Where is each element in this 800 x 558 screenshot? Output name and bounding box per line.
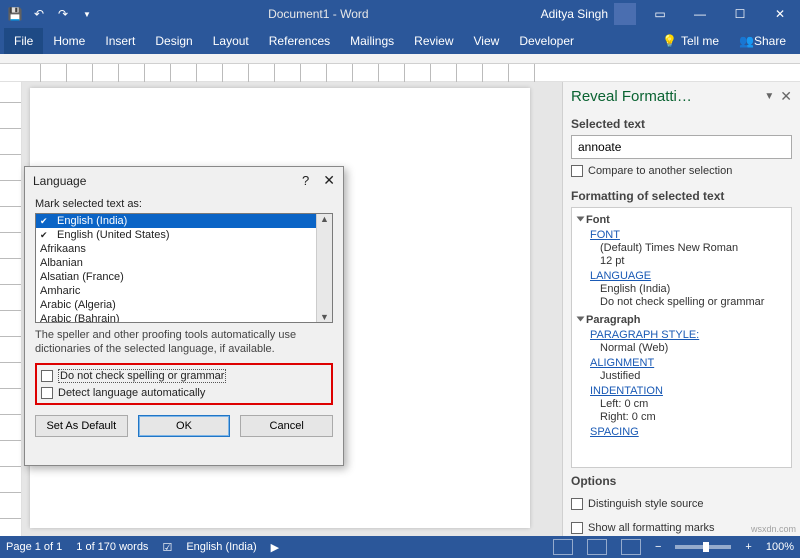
redo-icon[interactable]: ↷: [54, 5, 72, 23]
detect-language-checkbox[interactable]: [41, 387, 53, 399]
word-count[interactable]: 1 of 170 words: [76, 541, 148, 553]
tell-me[interactable]: 💡 Tell me: [662, 34, 719, 48]
web-layout-icon[interactable]: [621, 539, 641, 555]
proofing-icon: ✔: [40, 230, 53, 241]
qat-dropdown-icon[interactable]: ▼: [78, 5, 96, 23]
list-item: ✔English (United States): [36, 228, 316, 242]
horizontal-ruler[interactable]: [0, 64, 800, 82]
tab-design[interactable]: Design: [145, 28, 202, 54]
scrollbar[interactable]: ▲▼: [316, 214, 332, 322]
proofing-icon: ✔: [40, 216, 53, 227]
list-item: Alsatian (France): [36, 270, 316, 284]
tab-insert[interactable]: Insert: [95, 28, 145, 54]
highlight-box: Do not check spelling or grammar Detect …: [35, 363, 333, 405]
reveal-formatting-pane: Reveal Formatti… ▼ ✕ Selected text annoa…: [562, 82, 800, 540]
compare-checkbox[interactable]: [571, 165, 583, 177]
zoom-out-icon[interactable]: −: [655, 541, 661, 553]
font-link[interactable]: FONT: [590, 229, 620, 241]
pane-close-icon[interactable]: ✕: [780, 88, 792, 105]
language-status[interactable]: English (India): [186, 541, 256, 553]
selected-text-label: Selected text: [563, 111, 800, 135]
user-name[interactable]: Aditya Singh: [541, 7, 608, 21]
list-item: Arabic (Algeria): [36, 298, 316, 312]
tab-home[interactable]: Home: [43, 28, 95, 54]
scroll-down-icon[interactable]: ▼: [320, 312, 329, 322]
ribbon-display-icon[interactable]: ▭: [640, 0, 680, 28]
collapse-icon[interactable]: [577, 317, 585, 322]
formatting-tree[interactable]: Font FONT (Default) Times New Roman 12 p…: [571, 207, 792, 468]
show-marks-checkbox[interactable]: [571, 522, 583, 534]
undo-icon[interactable]: ↶: [30, 5, 48, 23]
tab-mailings[interactable]: Mailings: [340, 28, 404, 54]
status-bar: Page 1 of 1 1 of 170 words ☑ English (In…: [0, 536, 800, 558]
tab-view[interactable]: View: [464, 28, 510, 54]
help-icon[interactable]: ?: [302, 173, 309, 188]
mark-label: Mark selected text as:: [35, 198, 333, 210]
ok-button[interactable]: OK: [138, 415, 231, 437]
pane-menu-icon[interactable]: ▼: [764, 91, 774, 102]
proofing-note: The speller and other proofing tools aut…: [35, 329, 333, 357]
list-item: Arabic (Bahrain): [36, 312, 316, 322]
share-button[interactable]: 👥 Share: [729, 28, 796, 54]
indentation-link[interactable]: INDENTATION: [590, 385, 663, 397]
tab-developer[interactable]: Developer: [509, 28, 584, 54]
close-button[interactable]: ✕: [760, 0, 800, 28]
tab-layout[interactable]: Layout: [203, 28, 259, 54]
tab-file[interactable]: File: [4, 28, 43, 54]
list-item: Albanian: [36, 256, 316, 270]
user-avatar[interactable]: [614, 3, 636, 25]
zoom-level[interactable]: 100%: [766, 541, 794, 553]
print-layout-icon[interactable]: [587, 539, 607, 555]
watermark: wsxdn.com: [751, 524, 796, 534]
tab-review[interactable]: Review: [404, 28, 463, 54]
maximize-button[interactable]: ☐: [720, 0, 760, 28]
alignment-link[interactable]: ALIGNMENT: [590, 357, 654, 369]
language-dialog: Language ? ✕ Mark selected text as: ✔Eng…: [24, 166, 344, 466]
tab-references[interactable]: References: [259, 28, 340, 54]
paragraph-style-link[interactable]: PARAGRAPH STYLE:: [590, 329, 699, 341]
pane-title: Reveal Formatti…: [571, 88, 758, 105]
proofing-status[interactable]: ☑: [162, 541, 172, 554]
list-item: Amharic: [36, 284, 316, 298]
selected-text-box[interactable]: annoate: [571, 135, 792, 159]
lightbulb-icon: 💡: [662, 34, 677, 48]
window-title: Document1 - Word: [96, 7, 541, 21]
set-default-button[interactable]: Set As Default: [35, 415, 128, 437]
macro-status[interactable]: ▶: [271, 541, 279, 554]
dialog-title: Language: [33, 174, 302, 188]
zoom-in-icon[interactable]: +: [745, 541, 751, 553]
zoom-slider[interactable]: [675, 545, 731, 549]
formatting-label: Formatting of selected text: [563, 183, 800, 207]
share-icon: 👥: [739, 34, 754, 48]
language-listbox[interactable]: ✔English (India) ✔English (United States…: [35, 213, 333, 323]
vertical-ruler[interactable]: [0, 82, 22, 540]
list-item: Afrikaans: [36, 242, 316, 256]
save-icon[interactable]: 💾: [6, 5, 24, 23]
page-status[interactable]: Page 1 of 1: [6, 541, 62, 553]
list-item: ✔English (India): [36, 214, 316, 228]
no-spellcheck-checkbox[interactable]: [41, 370, 53, 382]
cancel-button[interactable]: Cancel: [240, 415, 333, 437]
distinguish-style-checkbox[interactable]: [571, 498, 583, 510]
options-label: Options: [563, 468, 800, 492]
dialog-close-icon[interactable]: ✕: [323, 172, 335, 189]
collapse-icon[interactable]: [577, 217, 585, 222]
spacing-link[interactable]: SPACING: [590, 426, 639, 438]
language-link[interactable]: LANGUAGE: [590, 270, 651, 282]
scroll-up-icon[interactable]: ▲: [320, 214, 329, 224]
read-mode-icon[interactable]: [553, 539, 573, 555]
minimize-button[interactable]: —: [680, 0, 720, 28]
